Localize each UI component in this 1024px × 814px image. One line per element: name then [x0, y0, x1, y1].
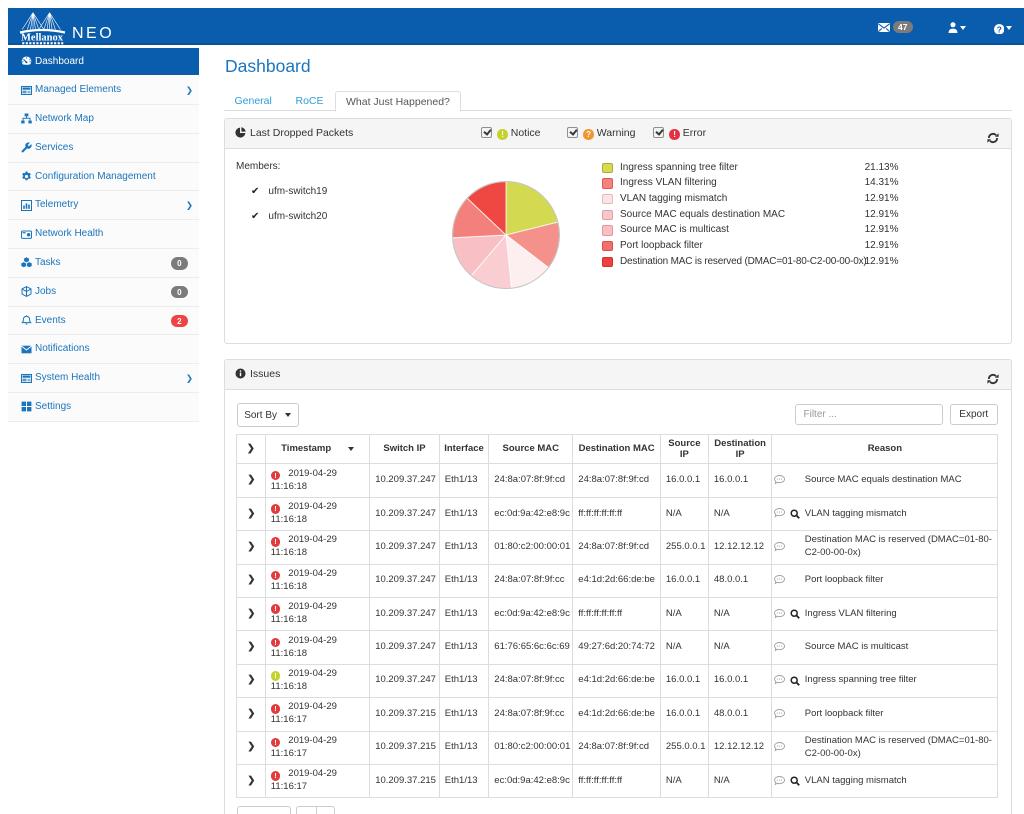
- svg-text:Mellanox: Mellanox: [21, 33, 64, 44]
- svg-text:?: ?: [996, 25, 1001, 34]
